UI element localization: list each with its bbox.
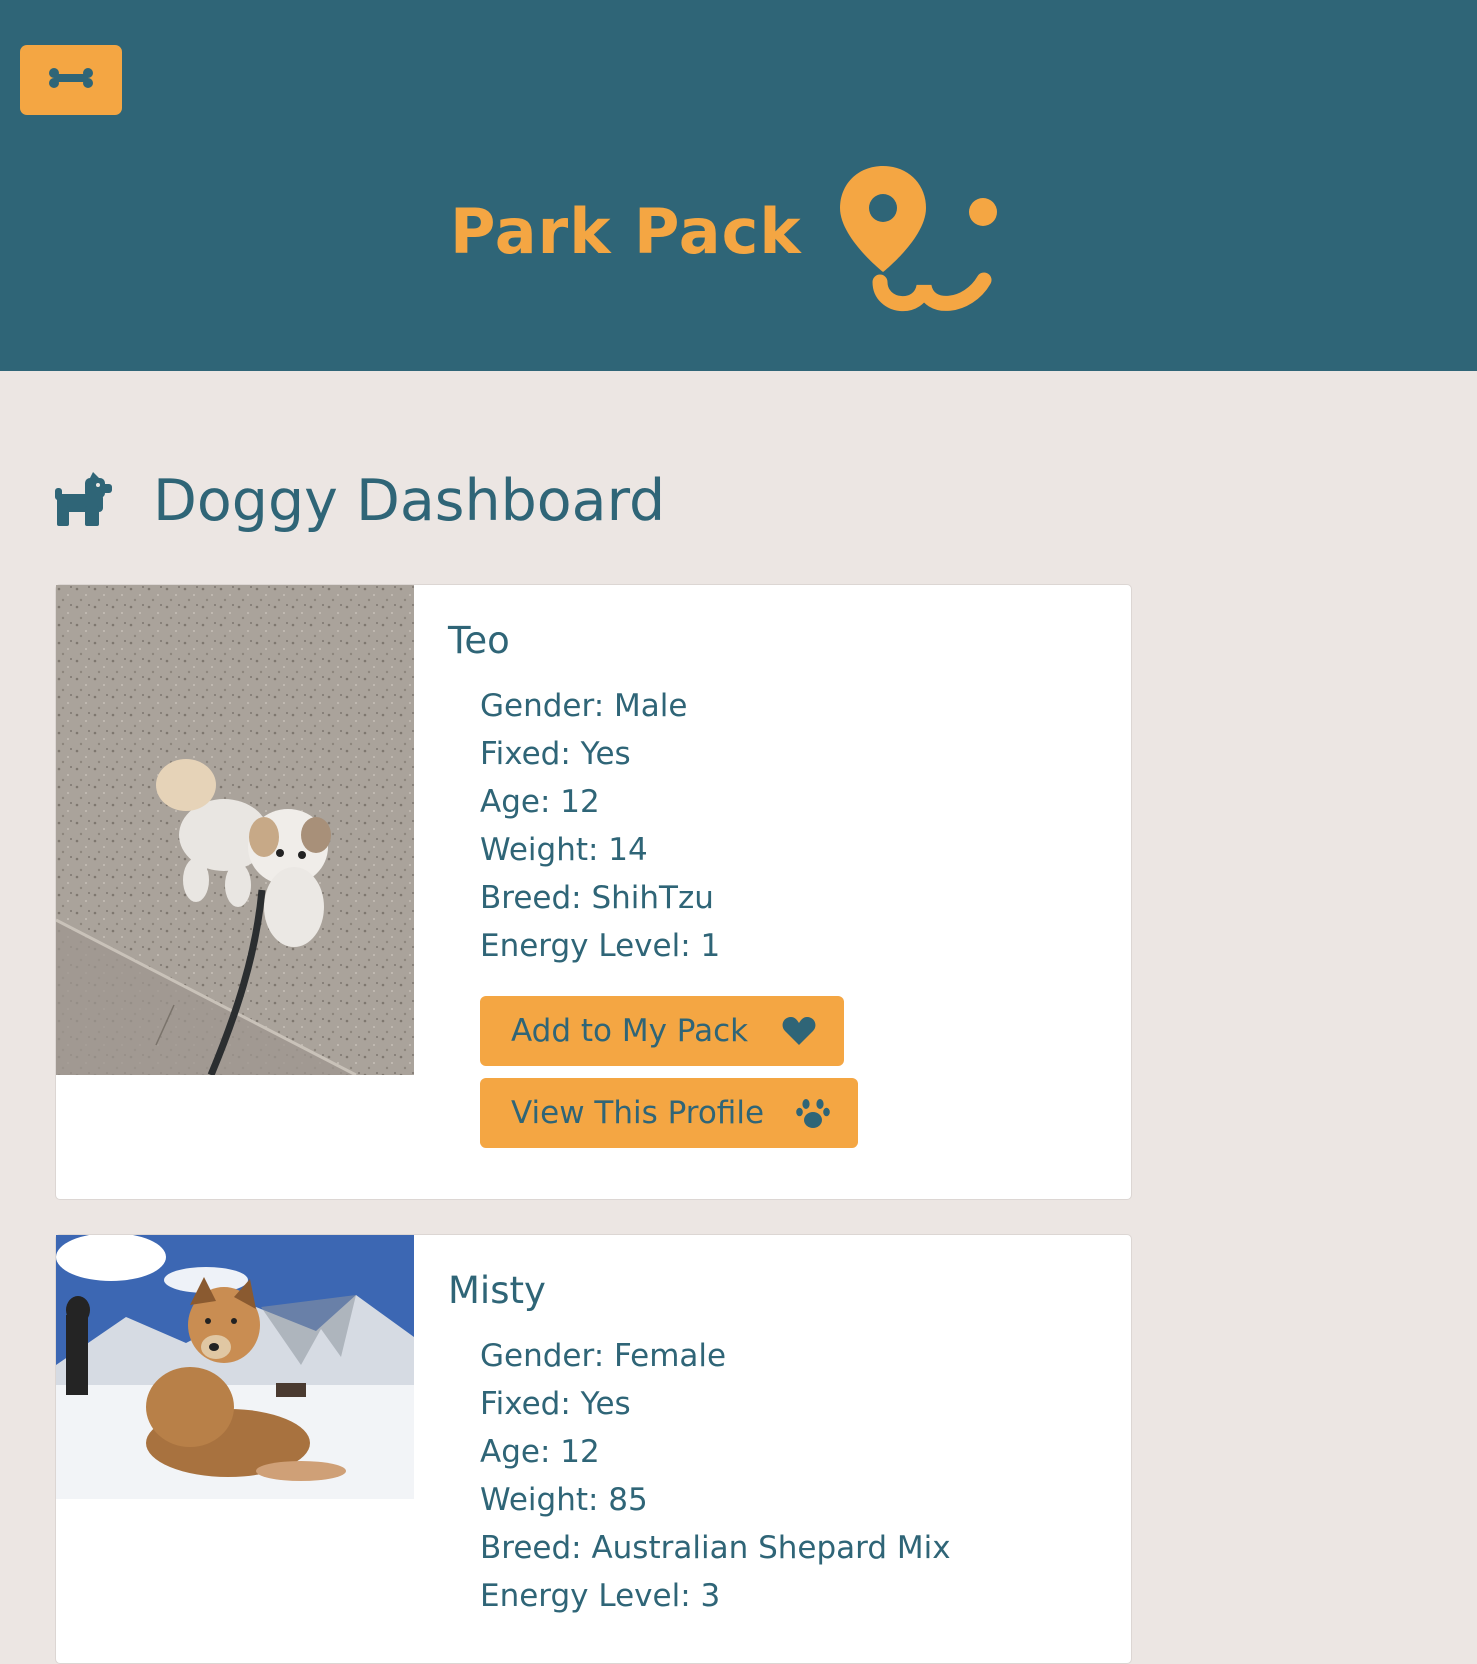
dog-info: Misty Gender: Female Fixed: Yes Age: 12 … (448, 1261, 951, 1620)
dog-weight: Weight: 85 (480, 1482, 648, 1518)
view-profile-button[interactable]: View This Profile (480, 1078, 858, 1148)
add-to-pack-label: Add to My Pack (511, 1013, 749, 1049)
dog-energy-level: Energy Level: 1 (480, 928, 721, 964)
dashboard-heading: Doggy Dashboard (55, 468, 665, 534)
dog-name: Teo (448, 619, 510, 662)
dog-age: Age: 12 (480, 1434, 600, 1470)
dog-breed: Breed: Australian Shepard Mix (480, 1530, 951, 1566)
brand-title[interactable]: Park Pack (450, 195, 802, 268)
dog-energy-level: Energy Level: 3 (480, 1578, 721, 1614)
dog-age: Age: 12 (480, 784, 600, 820)
dog-icon (55, 472, 113, 530)
dog-breed: Breed: ShihTzu (480, 880, 714, 916)
dog-photo-teo (56, 585, 414, 1075)
logo-icon (838, 162, 1000, 328)
menu-button[interactable] (20, 45, 122, 115)
dog-name: Misty (448, 1269, 546, 1312)
dog-photo-misty (56, 1235, 414, 1499)
dog-info: Teo Gender: Male Fixed: Yes Age: 12 Weig… (448, 611, 858, 1148)
dog-fixed: Fixed: Yes (480, 1386, 631, 1422)
view-profile-label: View This Profile (511, 1095, 765, 1131)
dog-weight: Weight: 14 (480, 832, 648, 868)
site-header: Park Pack (0, 0, 1477, 371)
dog-card: Teo Gender: Male Fixed: Yes Age: 12 Weig… (55, 584, 1132, 1200)
dog-card: Misty Gender: Female Fixed: Yes Age: 12 … (55, 1234, 1132, 1664)
page-title: Doggy Dashboard (153, 468, 666, 534)
dog-gender: Gender: Male (480, 688, 688, 724)
dog-fixed: Fixed: Yes (480, 736, 631, 772)
paw-icon (796, 1097, 830, 1129)
heart-icon (782, 1016, 816, 1046)
bone-icon (48, 68, 94, 92)
dog-gender: Gender: Female (480, 1338, 727, 1374)
add-to-pack-button[interactable]: Add to My Pack (480, 996, 844, 1066)
